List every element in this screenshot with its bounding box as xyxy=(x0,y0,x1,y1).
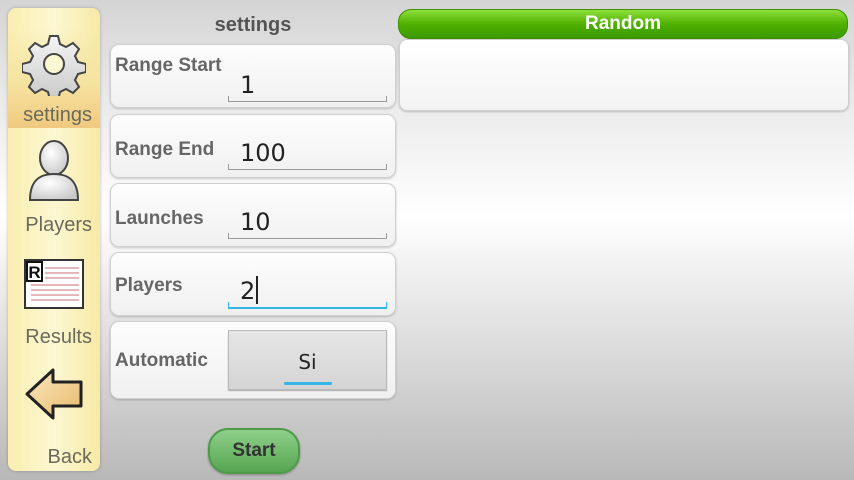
range-start-row: Range Start 1 xyxy=(110,44,396,108)
range-end-input[interactable]: 100 xyxy=(228,139,387,170)
players-row: Players 2 xyxy=(110,252,396,316)
sidebar-item-results[interactable]: R Results xyxy=(8,254,100,358)
players-value-wrap: 2 xyxy=(240,276,259,305)
sidebar-item-label: Players xyxy=(25,214,92,236)
automatic-toggle-value: Si xyxy=(298,350,317,374)
gear-icon xyxy=(22,35,86,96)
range-start-input[interactable]: 1 xyxy=(228,71,387,102)
launches-row: Launches 10 xyxy=(110,183,396,247)
range-end-row: Range End 100 xyxy=(110,114,396,178)
settings-title: settings xyxy=(214,14,292,36)
automatic-row: Automatic Si xyxy=(110,321,396,399)
range-end-value: 100 xyxy=(240,139,286,167)
toggle-indicator xyxy=(284,382,332,385)
results-document-icon: R xyxy=(24,259,84,309)
back-arrow-icon xyxy=(25,368,83,420)
sidebar-item-settings[interactable]: settings xyxy=(8,28,100,128)
range-end-label: Range End xyxy=(115,139,215,160)
players-input[interactable]: 2 xyxy=(228,276,387,309)
svg-text:R: R xyxy=(28,263,40,282)
players-value: 2 xyxy=(240,277,256,305)
sidebar: settings Players R Results Back xyxy=(8,8,100,471)
launches-input[interactable]: 10 xyxy=(228,208,387,239)
range-start-value: 1 xyxy=(240,71,256,99)
sidebar-item-label: Results xyxy=(25,326,92,348)
automatic-toggle-button[interactable]: Si xyxy=(228,330,387,390)
sidebar-item-label: Back xyxy=(47,446,92,468)
person-icon xyxy=(28,140,80,201)
launches-label: Launches xyxy=(115,208,204,229)
start-button[interactable]: Start xyxy=(208,428,300,474)
random-result-box xyxy=(399,39,849,111)
sidebar-item-players[interactable]: Players xyxy=(8,136,100,246)
text-cursor xyxy=(256,276,259,304)
range-start-label: Range Start xyxy=(115,55,222,76)
sidebar-item-label: settings xyxy=(23,104,92,126)
sidebar-item-back[interactable]: Back xyxy=(8,364,100,468)
players-label: Players xyxy=(115,275,183,296)
automatic-label: Automatic xyxy=(115,350,208,371)
random-header: Random xyxy=(398,9,848,39)
launches-value: 10 xyxy=(240,208,271,236)
